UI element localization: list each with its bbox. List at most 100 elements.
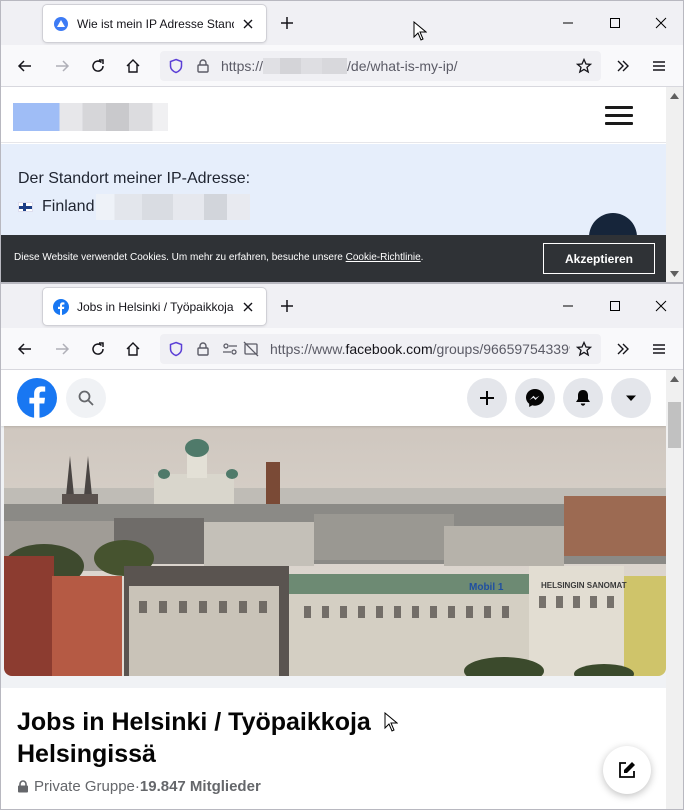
country-name: Finland [42,198,95,215]
create-button[interactable] [467,378,507,418]
home-icon[interactable] [123,56,143,76]
hamburger-menu-icon[interactable] [605,106,633,126]
caret-down-icon [626,395,636,401]
blocked-media-icon[interactable] [243,341,259,357]
shield-icon[interactable] [168,341,184,357]
search-icon [78,390,94,406]
tab-facebook-group[interactable]: Jobs in Helsinki / Työpaikkoja Helsingis… [43,288,266,325]
scrollbar[interactable] [666,87,683,282]
menu-icon[interactable] [649,56,669,76]
lock-icon[interactable] [195,58,211,74]
permissions-icon[interactable] [222,341,238,357]
tab-bar: Jobs in Helsinki / Työpaikkoja Helsingis… [1,284,683,328]
reload-icon[interactable] [88,56,108,76]
location-heading: Der Standort meiner IP-Adresse: [18,170,251,187]
overflow-chevrons-icon[interactable] [613,339,633,359]
lock-icon[interactable] [195,341,211,357]
menu-icon[interactable] [649,339,669,359]
plus-icon [480,391,494,405]
url-redacted [263,58,348,74]
country-row: Finland [18,194,251,220]
mouse-cursor-icon [384,712,398,732]
site-logo-redacted[interactable] [13,103,168,131]
facebook-logo-icon[interactable] [17,378,57,418]
group-privacy[interactable]: Private Gruppe [34,778,135,795]
scroll-down-icon[interactable] [670,271,679,277]
tab-title: Jobs in Helsinki / Työpaikkoja Helsingis… [77,299,234,314]
group-meta: Private Gruppe · 19.847 Mitglieder [17,778,261,795]
home-icon[interactable] [123,339,143,359]
bookmark-star-icon[interactable] [576,58,592,74]
new-message-button[interactable] [603,746,651,794]
bell-icon [576,390,590,406]
url-prefix: https://www. [270,341,346,357]
reload-icon[interactable] [88,339,108,359]
url-bar[interactable]: https:// /de/what-is-my-ip/ [160,51,601,81]
new-tab-icon[interactable] [277,13,297,33]
new-tab-icon[interactable] [277,296,297,316]
ip-page-content: Der Standort meiner IP-Adresse: Finland … [1,87,666,282]
ip-location-box: Der Standort meiner IP-Adresse: Finland [1,144,666,236]
tab-title: Wie ist mein IP Adresse Standort [77,16,234,31]
url-path: /de/what-is-my-ip/ [347,58,458,74]
url-domain: facebook.com [345,341,433,357]
close-window-icon[interactable] [651,13,671,33]
group-cover-photo[interactable]: Mobil 1 HELSINGIN SANOMAT [4,426,666,676]
back-icon[interactable] [15,56,35,76]
facebook-page-content: Mobil 1 HELSINGIN SANOMAT Jobs in Helsin… [1,370,666,809]
cover-sign-mobil: Mobil 1 [469,582,504,593]
cover-sign-newspaper: HELSINGIN SANOMAT [541,581,627,590]
url-prefix: https:// [221,58,264,74]
account-menu-button[interactable] [611,378,651,418]
scrollbar[interactable] [666,370,683,809]
url-path: /groups/966597543399 [432,341,570,357]
shield-icon[interactable] [168,58,184,74]
mouse-cursor-icon [413,21,427,41]
minimize-icon[interactable] [558,13,578,33]
navigation-bar: https:// /de/what-is-my-ip/ [1,45,683,87]
bookmark-star-icon[interactable] [576,341,592,357]
maximize-icon[interactable] [605,13,625,33]
lock-icon [18,780,28,793]
cookie-end: . [420,252,424,263]
finland-flag-icon [18,202,33,212]
close-tab-icon[interactable] [240,16,256,32]
notifications-button[interactable] [563,378,603,418]
messenger-button[interactable] [515,378,555,418]
close-window-icon[interactable] [651,296,671,316]
forward-icon[interactable] [52,56,72,76]
search-button[interactable] [66,378,106,418]
site-header [1,87,666,143]
navigation-bar: https://www.facebook.com/groups/96659754… [1,328,683,370]
site-favicon-icon [54,16,68,31]
maximize-icon[interactable] [605,296,625,316]
scroll-thumb[interactable] [668,402,681,448]
ip-redacted [96,194,251,220]
url-bar[interactable]: https://www.facebook.com/groups/96659754… [160,334,601,364]
cookie-message: Diese Website verwendet Cookies. Um mehr… [14,252,346,263]
cookie-policy-link[interactable]: Cookie-Richtlinie [346,252,421,263]
tab-bar: Wie ist mein IP Adresse Standort [1,1,683,45]
scroll-up-icon[interactable] [670,376,679,382]
overflow-chevrons-icon[interactable] [613,56,633,76]
tab-ip-location[interactable]: Wie ist mein IP Adresse Standort [43,5,266,42]
facebook-header [1,370,666,426]
compose-icon [619,762,635,778]
member-count[interactable]: 19.847 Mitglieder [140,778,261,795]
group-info-card: Jobs in Helsinki / Työpaikkoja Helsingis… [1,688,666,809]
browser-window-ip: Wie ist mein IP Adresse Standort [0,0,684,283]
cookie-banner: Diese Website verwendet Cookies. Um mehr… [1,235,666,282]
cookie-text: Diese Website verwendet Cookies. Um mehr… [14,252,423,263]
forward-icon[interactable] [52,339,72,359]
helsinki-skyline-image: Mobil 1 HELSINGIN SANOMAT [4,426,666,676]
url-text: https:// /de/what-is-my-ip/ [221,58,458,74]
close-tab-icon[interactable] [240,299,256,315]
facebook-favicon-icon [53,298,69,315]
url-text: https://www.facebook.com/groups/96659754… [270,341,570,357]
accept-cookies-button[interactable]: Akzeptieren [543,243,655,274]
browser-window-facebook: Jobs in Helsinki / Työpaikkoja Helsingis… [0,283,684,810]
scroll-up-icon[interactable] [670,93,679,99]
minimize-icon[interactable] [558,296,578,316]
group-title[interactable]: Jobs in Helsinki / Työpaikkoja Helsingis… [17,706,397,770]
back-icon[interactable] [15,339,35,359]
